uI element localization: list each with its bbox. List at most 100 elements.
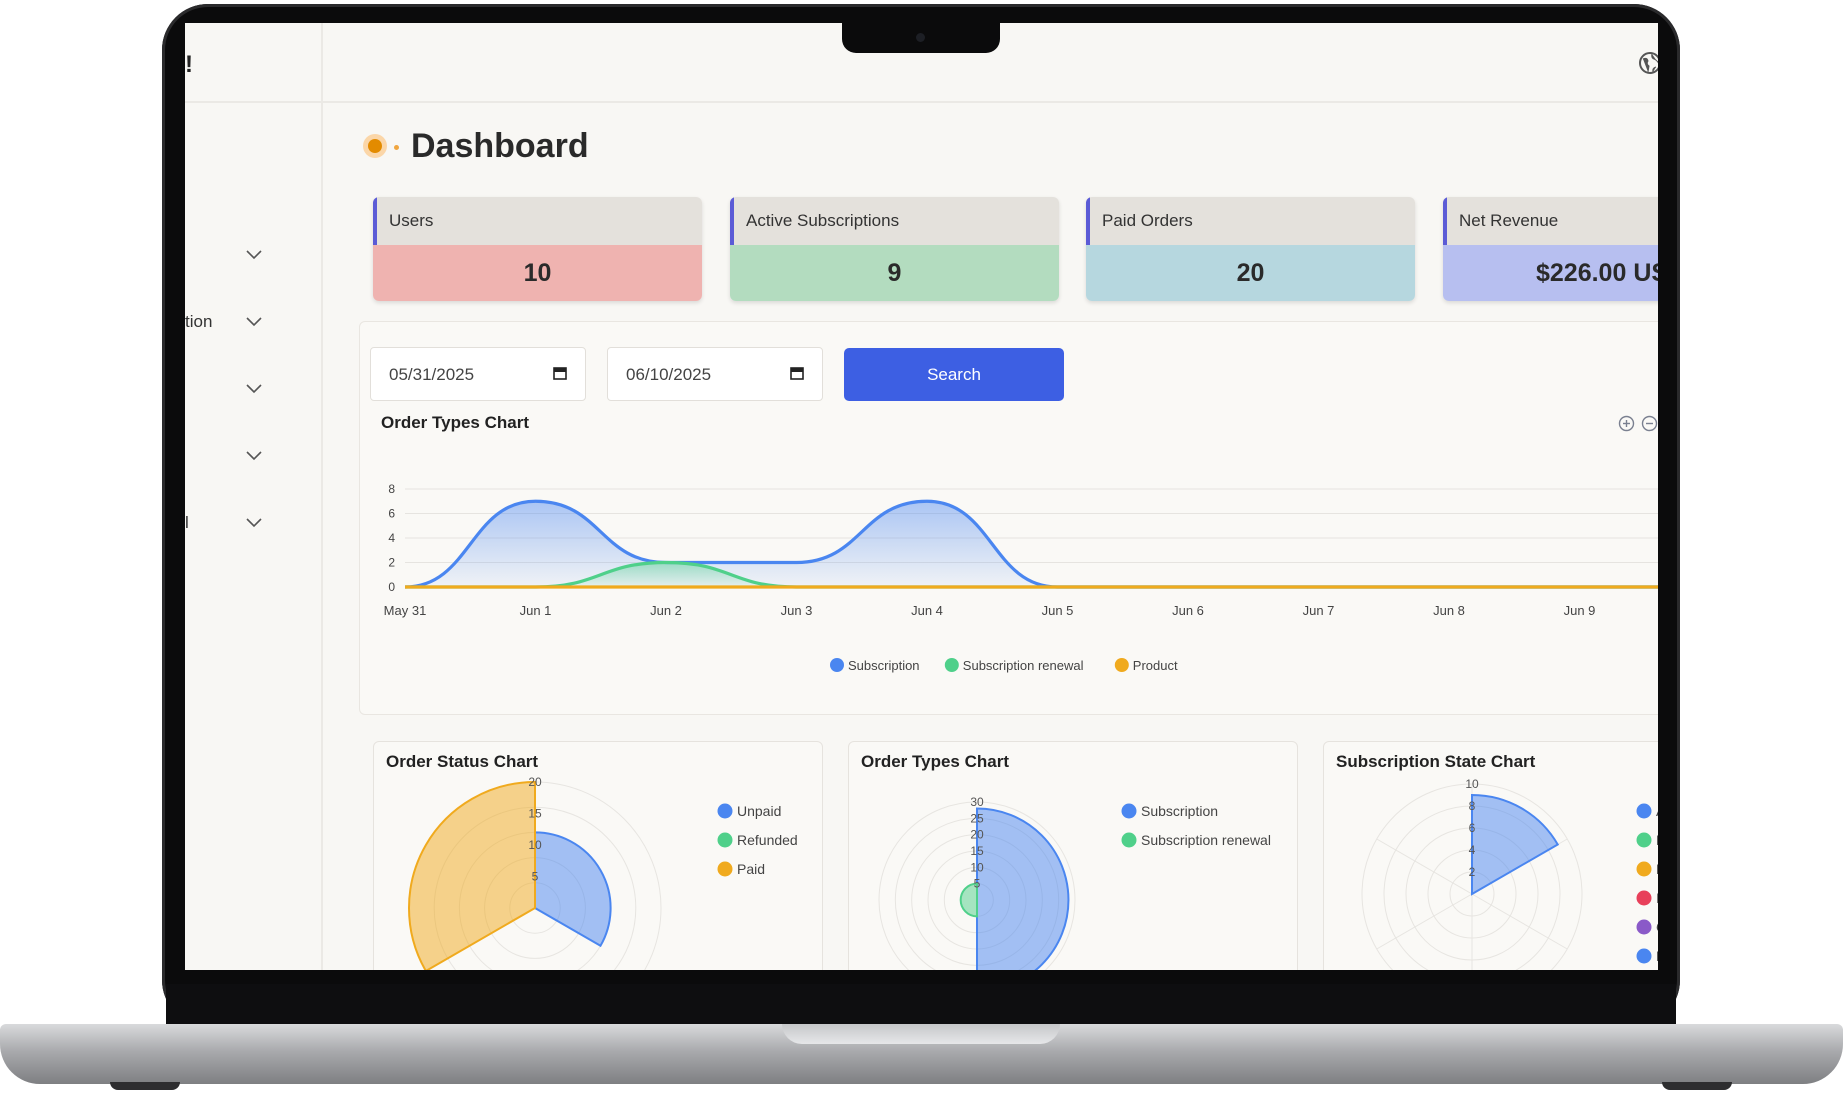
legend-label: Paid: [737, 861, 765, 877]
stat-card-label: Paid Orders: [1102, 211, 1193, 230]
radial-tick-label: 5: [974, 877, 981, 891]
sidebar-item-2[interactable]: tion: [185, 304, 321, 344]
radial-tick-label: 10: [528, 838, 542, 852]
series-area-0: [405, 501, 1658, 587]
stat-card-active-subscriptions: Active Subscriptions 9: [730, 197, 1059, 301]
sidebar-item-4[interactable]: [185, 438, 321, 478]
legend-label: Subscription renewal: [1141, 832, 1271, 848]
laptop-foot-left: [110, 1082, 180, 1090]
legend-label: E: [1656, 832, 1658, 848]
zoom-out-icon[interactable]: [1641, 415, 1658, 432]
legend-marker: [1636, 803, 1652, 819]
x-tick-label: Jun 4: [911, 603, 943, 618]
order-types-polar-chart: 30 25 20 15 10 5 Subscription Subscription rene…: [878, 795, 1271, 970]
calendar-icon[interactable]: [790, 366, 804, 380]
x-tick-label: Jun 6: [1172, 603, 1204, 618]
stat-card-header: Paid Orders: [1086, 197, 1415, 245]
sidebar-item-1[interactable]: [185, 237, 321, 277]
legend-label: F: [1656, 948, 1658, 964]
stat-card-label: Users: [389, 211, 434, 230]
sidebar: tion l: [185, 103, 323, 970]
legend-label: E: [1656, 861, 1658, 877]
legend-marker: [1114, 658, 1129, 672]
globe-icon[interactable]: [1638, 51, 1658, 75]
y-tick-label: 6: [388, 507, 395, 521]
chevron-down-icon: [246, 317, 262, 327]
radial-tick-label: 2: [1469, 865, 1476, 879]
chevron-down-icon: [246, 451, 262, 461]
camera-notch: [842, 23, 1000, 53]
radial-tick-label: 25: [970, 811, 984, 825]
legend-label: Unpaid: [737, 803, 781, 819]
legend-marker: [830, 658, 844, 672]
stat-card-users: Users 10: [373, 197, 702, 301]
y-tick-label: 8: [388, 482, 395, 496]
legend-marker: [1636, 919, 1652, 935]
legend-label: I: [1656, 890, 1658, 906]
polar-spoke: [1471, 893, 1568, 950]
stat-card-label: Net Revenue: [1459, 211, 1559, 230]
legend-label: Subscription: [1141, 803, 1218, 819]
legend-marker: [1636, 948, 1652, 964]
legend-marker: [1636, 890, 1652, 906]
polar-wedge-0: [1471, 793, 1560, 896]
zoom-in-icon[interactable]: [1618, 415, 1635, 432]
legend-marker: [944, 658, 959, 672]
stat-card-value: 10: [373, 245, 702, 301]
legend-label: Product: [1133, 658, 1178, 673]
sidebar-item-label: tion: [185, 312, 213, 331]
stat-card-header: Active Subscriptions: [730, 197, 1059, 245]
calendar-icon[interactable]: [553, 366, 567, 380]
sidebar-item-5[interactable]: l: [185, 505, 321, 545]
order-status-card: Order Status Chart 20 15 10 5 Unpaid Refunded…: [373, 741, 823, 970]
radial-tick-label: 20: [970, 828, 984, 842]
y-tick-label: 0: [388, 580, 395, 594]
polar-spoke: [1376, 893, 1473, 950]
radial-tick-label: 30: [970, 795, 984, 809]
laptop-base-notch: [782, 1024, 1060, 1044]
polar-spoke: [1376, 838, 1473, 895]
radial-tick-label: 15: [970, 844, 984, 858]
order-types-small-card: Order Types Chart 30 25 20 15 10 5 Subscriptio…: [848, 741, 1298, 970]
legend-marker: [1636, 832, 1652, 848]
dashboard-icon: [368, 139, 382, 153]
legend-marker: [717, 832, 733, 848]
x-tick-label: Jun 2: [650, 603, 682, 618]
legend-marker: [1636, 861, 1652, 877]
main-chart-title: Order Types Chart: [381, 413, 530, 432]
radial-tick-label: 4: [1469, 843, 1476, 857]
x-tick-label: Jun 7: [1303, 603, 1335, 618]
chevron-down-icon: [246, 250, 262, 260]
stat-card-value: 20: [1086, 245, 1415, 301]
radial-tick-label: 15: [528, 807, 542, 821]
stat-card-header: Users: [373, 197, 702, 245]
radial-tick-label: 10: [1465, 777, 1479, 791]
radial-tick-label: 20: [528, 775, 542, 789]
chevron-down-icon: [246, 518, 262, 528]
laptop-chin: [166, 984, 1676, 1026]
end-date-value: 06/10/2025: [626, 365, 712, 384]
subscription-state-polar-chart: 108642AEEICF: [1361, 777, 1658, 970]
radial-tick-label: 8: [1469, 799, 1476, 813]
brand-logo[interactable]: !: [185, 51, 193, 79]
radial-tick-label: 6: [1469, 821, 1476, 835]
sidebar-item-label: l: [185, 513, 189, 532]
camera-icon: [916, 33, 925, 42]
start-date-input[interactable]: 05/31/2025: [370, 347, 586, 401]
search-button[interactable]: Search: [844, 348, 1064, 401]
x-tick-label: Jun 8: [1433, 603, 1465, 618]
stat-card-header: Net Revenue: [1443, 197, 1658, 245]
laptop-foot-right: [1662, 1082, 1732, 1090]
stat-card-label: Active Subscriptions: [746, 211, 900, 230]
order-status-polar-chart: 20 15 10 5 Unpaid Refunded Paid: [408, 775, 798, 970]
legend-label: A: [1656, 803, 1658, 819]
start-date-value: 05/31/2025: [389, 365, 475, 384]
stat-card-paid-orders: Paid Orders 20: [1086, 197, 1415, 301]
radial-tick-label: 5: [532, 870, 539, 884]
sidebar-item-3[interactable]: [185, 371, 321, 411]
app-screen: ! tion l Dashboard Users 10 Active Subsc…: [185, 23, 1658, 970]
x-tick-label: Jun 3: [781, 603, 813, 618]
polar-wedge-0: [976, 807, 1070, 970]
end-date-input[interactable]: 06/10/2025: [607, 347, 823, 401]
stat-card-value: 9: [730, 245, 1059, 301]
